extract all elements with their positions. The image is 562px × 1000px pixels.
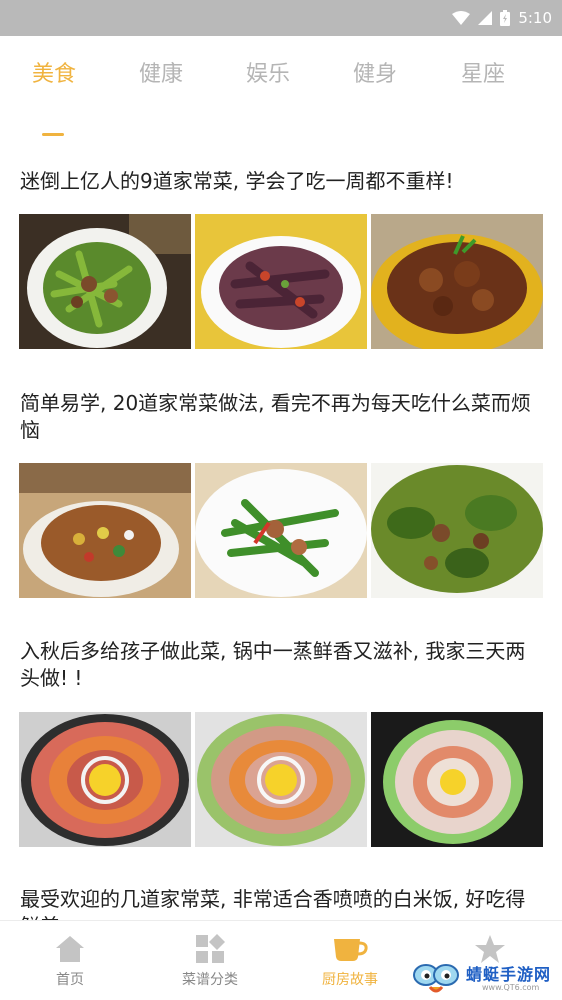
- dish-photo[interactable]: [371, 463, 543, 598]
- dish-photo[interactable]: [19, 463, 191, 598]
- status-time: 5:10: [518, 9, 552, 27]
- dish-photo[interactable]: [19, 214, 191, 349]
- status-bar: 5:10: [0, 0, 562, 36]
- article-thumbnails: [19, 463, 543, 598]
- dish-photo[interactable]: [19, 712, 191, 847]
- watermark: 蜻蜓手游网 www.QT6.com: [412, 955, 562, 999]
- signal-icon: [478, 11, 493, 25]
- battery-icon: [500, 10, 511, 26]
- category-tabs: 美食 健康 娱乐 健身 星座: [0, 36, 562, 136]
- article-thumbnails: [19, 214, 543, 349]
- nav-home[interactable]: 首页: [0, 921, 140, 1000]
- tab-entertainment[interactable]: 娱乐: [214, 56, 322, 88]
- nav-label: 菜谱分类: [182, 972, 238, 988]
- home-icon: [56, 936, 84, 962]
- status-icons: 5:10: [452, 0, 552, 36]
- article-title[interactable]: 入秋后多给孩子做此菜, 锅中一蒸鲜香又滋补, 我家三天两头做! !: [20, 638, 544, 692]
- dish-photo[interactable]: [195, 214, 367, 349]
- article-feed[interactable]: 迷倒上亿人的9道家常菜, 学会了吃一周都不重样! 简单易学, 20道家常菜做法,…: [0, 114, 562, 920]
- watermark-url: www.QT6.com: [482, 983, 540, 992]
- nav-recipe-categories[interactable]: 菜谱分类: [140, 921, 280, 1000]
- nav-label: 首页: [56, 972, 84, 988]
- nav-label: 厨房故事: [322, 972, 378, 988]
- grid-icon: [196, 934, 225, 963]
- tab-food[interactable]: 美食: [0, 56, 108, 88]
- article-title[interactable]: 简单易学, 20道家常菜做法, 看完不再为每天吃什么菜而烦恼: [20, 390, 544, 444]
- dragonfly-logo-icon: [413, 964, 459, 993]
- article-title[interactable]: 最受欢迎的几道家常菜, 非常适合香喷喷的白米饭, 好吃得鲜美: [20, 886, 544, 920]
- wifi-icon: [452, 11, 471, 25]
- dish-photo[interactable]: [371, 214, 543, 349]
- article-title[interactable]: 迷倒上亿人的9道家常菜, 学会了吃一周都不重样!: [20, 168, 544, 195]
- watermark-name: 蜻蜓手游网: [466, 965, 552, 984]
- tab-health[interactable]: 健康: [107, 56, 215, 88]
- nav-kitchen-stories[interactable]: 厨房故事: [280, 921, 420, 1000]
- tab-horoscope[interactable]: 星座: [429, 56, 537, 88]
- tab-fitness[interactable]: 健身: [321, 56, 429, 88]
- dish-photo[interactable]: [195, 712, 367, 847]
- dish-photo[interactable]: [195, 463, 367, 598]
- cup-icon: [334, 939, 368, 961]
- dish-photo[interactable]: [371, 712, 543, 847]
- article-thumbnails: [19, 712, 543, 847]
